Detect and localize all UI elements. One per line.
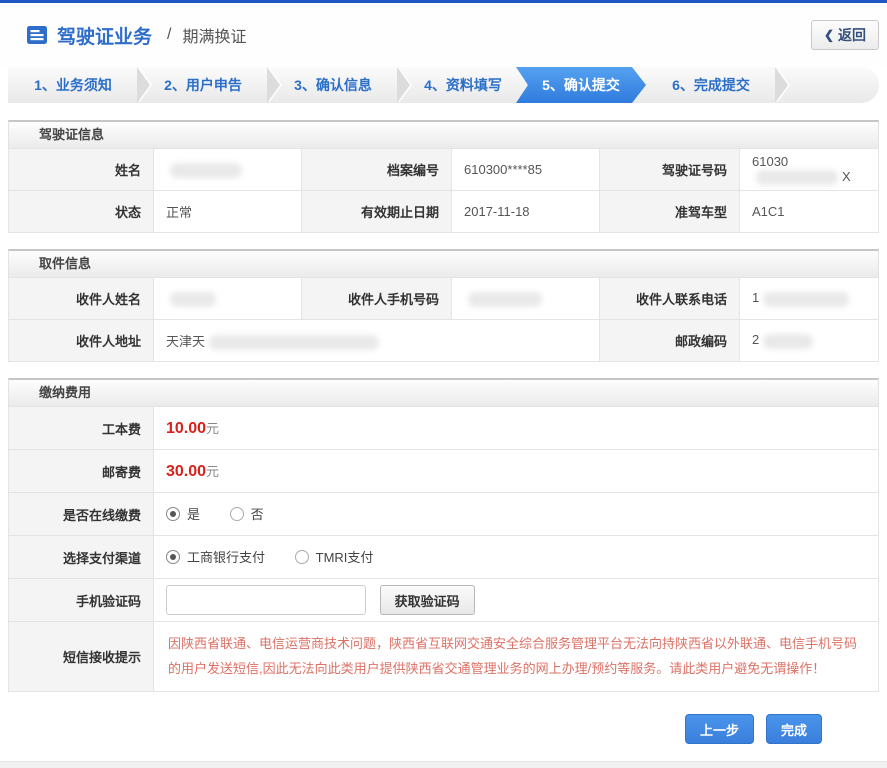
production-fee-amount: 10.00	[166, 420, 207, 437]
sms-code-input[interactable]	[166, 585, 366, 615]
payment-table: 工本费 10.00元 邮寄费 30.00元 是否在线缴费 是 否 选择支付渠道 …	[8, 406, 879, 692]
pickup-info-table: 收件人姓名 收件人手机号码 收件人联系电话 1 收件人地址 天津天 邮政编码 2	[8, 277, 879, 362]
step-5-confirm-submit-active[interactable]: 5、确认提交	[516, 67, 646, 103]
recipient-mobile-label: 收件人手机号码	[301, 277, 452, 320]
online-payment-yes-label: 是	[187, 507, 201, 523]
table-row: 邮寄费 30.00元	[8, 449, 879, 493]
table-row: 是否在线缴费 是 否	[8, 492, 879, 536]
fee-unit: 元	[206, 464, 220, 479]
name-label: 姓名	[8, 148, 154, 191]
form-icon	[26, 24, 48, 46]
sms-code-row: 获取验证码	[153, 578, 879, 622]
breadcrumb-separator: /	[167, 26, 172, 43]
production-fee-label: 工本费	[8, 406, 154, 450]
table-row: 姓名 档案编号 610300****85 驾驶证号码 61030X	[8, 148, 879, 191]
channel-tmri-label: TMRI支付	[315, 550, 374, 566]
license-info-section-title: 驾驶证信息	[8, 120, 879, 148]
redacted-license-number	[756, 170, 838, 186]
online-payment-label: 是否在线缴费	[8, 492, 154, 536]
vehicle-class-value: A1C1	[739, 190, 879, 233]
previous-step-button[interactable]: 上一步	[684, 714, 754, 744]
postage-fee-label: 邮寄费	[8, 449, 154, 493]
status-label: 状态	[8, 190, 154, 233]
redacted-name	[170, 162, 242, 178]
recipient-address-label: 收件人地址	[8, 319, 154, 362]
table-row: 工本费 10.00元	[8, 406, 879, 450]
radio-unchecked-icon[interactable]	[294, 549, 309, 564]
payment-channel-label: 选择支付渠道	[8, 535, 154, 579]
table-row: 手机验证码 获取验证码	[8, 578, 879, 622]
channel-icbc-label: 工商银行支付	[187, 550, 266, 566]
postage-fee-value: 30.00元	[153, 449, 879, 493]
radio-checked-icon[interactable]	[166, 549, 180, 564]
table-row: 收件人地址 天津天 邮政编码 2	[8, 319, 879, 362]
step-3-confirm-info[interactable]: 3、确认信息	[268, 67, 412, 103]
name-value	[153, 148, 302, 191]
pickup-info-section: 取件信息 收件人姓名 收件人手机号码 收件人联系电话 1 收件人地址 天津天 邮…	[8, 249, 879, 362]
sms-notice-text: 因陕西省联通、电信运营商技术问题，陕西省互联网交通安全综合服务管理平台无法向持陕…	[153, 621, 879, 692]
finish-button[interactable]: 完成	[765, 714, 822, 744]
file-number-value: 610300****85	[451, 148, 600, 191]
postage-fee-amount: 30.00	[166, 463, 207, 480]
recipient-phone-label: 收件人联系电话	[599, 277, 740, 320]
breadcrumb-current: 期满换证	[182, 29, 247, 46]
step-1-business-notice[interactable]: 1、业务须知	[8, 67, 152, 103]
license-info-section: 驾驶证信息 姓名 档案编号 610300****85 驾驶证号码 61030X …	[8, 120, 879, 233]
chevron-left-icon: ❮	[823, 28, 834, 42]
fee-unit: 元	[206, 421, 220, 436]
payment-channel-options: 工商银行支付 TMRI支付	[153, 535, 879, 579]
radio-checked-icon[interactable]	[166, 506, 180, 521]
license-number-value: 61030X	[739, 148, 879, 191]
page-title[interactable]: 驾驶证业务	[57, 22, 152, 49]
license-number-label: 驾驶证号码	[599, 148, 740, 191]
sms-notice-label: 短信接收提示	[8, 621, 154, 692]
step-4-fill-data[interactable]: 4、资料填写	[398, 67, 542, 103]
table-row: 状态 正常 有效期止日期 2017-11-18 准驾车型 A1C1	[8, 190, 879, 233]
back-button-label: 返回	[838, 27, 866, 43]
get-code-button[interactable]: 获取验证码	[379, 585, 475, 615]
redacted-recipient-name	[170, 291, 216, 307]
back-button[interactable]: ❮ 返回	[810, 20, 879, 50]
license-info-table: 姓名 档案编号 610300****85 驾驶证号码 61030X 状态 正常 …	[8, 148, 879, 233]
table-row: 收件人姓名 收件人手机号码 收件人联系电话 1	[8, 277, 879, 320]
redacted-recipient-address	[209, 335, 380, 351]
form-actions: 上一步 完成	[0, 714, 822, 744]
online-payment-yes-option[interactable]: 是	[166, 504, 200, 523]
vehicle-class-label: 准驾车型	[599, 190, 740, 233]
step-navigation: 1、业务须知 2、用户申告 3、确认信息 4、资料填写 5、确认提交 6、完成提…	[8, 67, 879, 103]
radio-unchecked-icon[interactable]	[229, 506, 244, 521]
expiry-date-value: 2017-11-18	[451, 190, 600, 233]
channel-tmri-option[interactable]: TMRI支付	[294, 547, 374, 566]
status-value: 正常	[153, 190, 302, 233]
pickup-info-section-title: 取件信息	[8, 249, 879, 277]
page-header: 驾驶证业务 / 期满换证 ❮ 返回	[0, 3, 887, 67]
postal-code-label: 邮政编码	[599, 319, 740, 362]
recipient-name-label: 收件人姓名	[8, 277, 154, 320]
postal-code-value: 2	[739, 319, 879, 362]
table-row: 短信接收提示 因陕西省联通、电信运营商技术问题，陕西省互联网交通安全综合服务管理…	[8, 621, 879, 692]
table-row: 选择支付渠道 工商银行支付 TMRI支付	[8, 535, 879, 579]
redacted-recipient-phone	[763, 291, 850, 307]
online-payment-no-label: 否	[250, 507, 264, 523]
recipient-address-value: 天津天	[153, 319, 600, 362]
payment-section: 缴纳费用 工本费 10.00元 邮寄费 30.00元 是否在线缴费 是 否 选择…	[8, 378, 879, 692]
online-payment-no-option[interactable]: 否	[229, 504, 264, 523]
step-2-user-declaration[interactable]: 2、用户申告	[138, 67, 282, 103]
recipient-mobile-value	[451, 277, 600, 320]
footer-strip	[0, 761, 887, 768]
online-payment-options: 是 否	[153, 492, 879, 536]
redacted-postal-code	[763, 333, 814, 349]
sms-code-label: 手机验证码	[8, 578, 154, 622]
production-fee-value: 10.00元	[153, 406, 879, 450]
file-number-label: 档案编号	[301, 148, 452, 191]
recipient-phone-value: 1	[739, 277, 879, 320]
step-6-complete-submit[interactable]: 6、完成提交	[646, 67, 790, 103]
expiry-date-label: 有效期止日期	[301, 190, 452, 233]
channel-icbc-option[interactable]: 工商银行支付	[166, 547, 265, 566]
recipient-name-value	[153, 277, 302, 320]
payment-section-title: 缴纳费用	[8, 378, 879, 406]
redacted-recipient-mobile	[468, 291, 542, 307]
